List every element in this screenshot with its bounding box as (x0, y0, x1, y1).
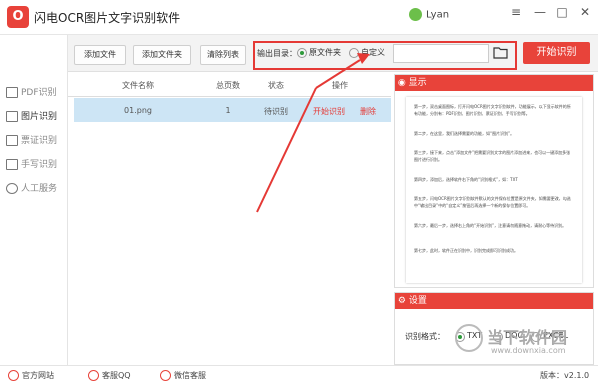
wechat-label: 微信客服 (174, 371, 206, 380)
eye-icon: ◉ (397, 78, 406, 88)
wechat-link[interactable]: 微信客服 (160, 370, 206, 381)
qq-label: 客服QQ (102, 371, 131, 380)
preview-title: 显示 (408, 78, 427, 88)
settings-title: 设置 (408, 296, 427, 306)
format-label: 识别格式： (405, 332, 445, 341)
watermark-url: www.downxia.com (491, 346, 566, 355)
preview-header: ◉ 显示 (395, 75, 593, 91)
globe-icon (8, 370, 19, 381)
preview-document[interactable]: 第一步，双击桌面图标，打开闪电OCR图片文字识别软件，功能展示，以下显示软件的所… (406, 97, 582, 283)
watermark-brand: 当下软件园 (487, 328, 568, 347)
website-link[interactable]: 官方网站 (8, 370, 54, 381)
preview-paragraph: 第六步，最后一步，选择右上角的“开始识别”，注意请勿随意拖动，请耐心等待识别。 (414, 223, 567, 228)
settings-header: ⚙ 设置 (395, 293, 593, 309)
preview-paragraph: 第五步，闪电OCR图片文字识别软件默认的文件保存位置是原文件夹，如需要更改，勾选… (414, 196, 571, 208)
qq-link[interactable]: 客服QQ (88, 370, 131, 381)
preview-panel: ◉ 显示 第一步，双击桌面图标，打开闪电OCR图片文字识别软件，功能展示，以下显… (394, 74, 594, 288)
preview-paragraph: 第四步，添加后，选择软件右下角的“识别格式”，如：TXT (414, 177, 518, 182)
footer: 官方网站 客服QQ 微信客服 版本：v2.1.0 (0, 365, 598, 384)
version-label: 版本：v2.1.0 (540, 371, 590, 380)
preview-paragraph: 第七步，此时，软件正在识别中，识别完成即可识别成功。 (414, 248, 518, 253)
preview-paragraph: 第一步，双击桌面图标，打开闪电OCR图片文字识别软件，功能展示，以下显示软件的所… (414, 104, 571, 116)
watermark: 当下软件园 www.downxia.com (455, 322, 595, 368)
wechat-icon (160, 370, 171, 381)
preview-paragraph: 第三步，接下来，点击“添加文件”把需要识别文字的图片添加进来，也可以一键添加多张… (414, 150, 571, 162)
qq-icon (88, 370, 99, 381)
preview-paragraph: 第二步，在这里，我们选择需要的功能，如“图片识别”。 (414, 131, 515, 136)
website-label: 官方网站 (22, 371, 54, 380)
gear-icon: ⚙ (397, 296, 406, 306)
watermark-logo (455, 324, 483, 352)
